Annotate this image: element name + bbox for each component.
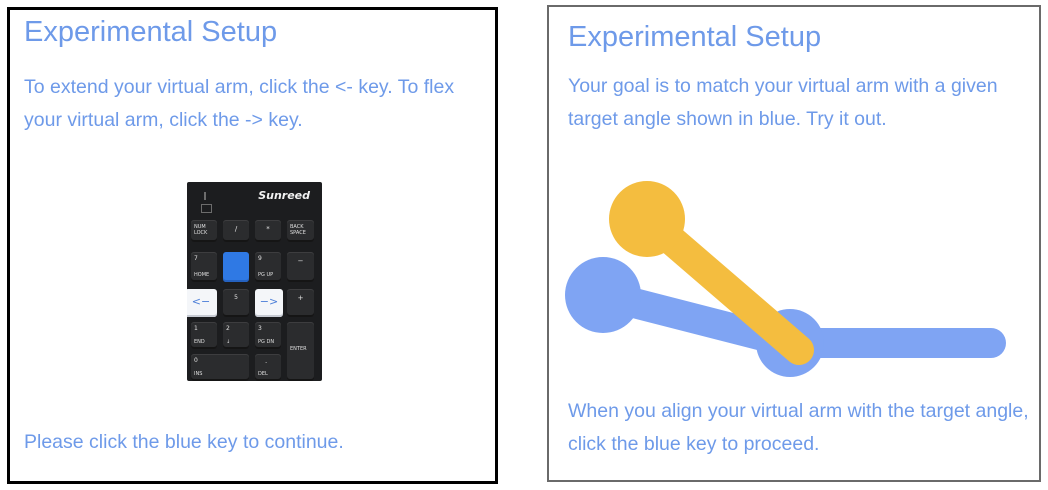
key-numlock[interactable]: NUM LOCK <box>191 220 217 242</box>
key-5[interactable]: 5 <box>223 289 249 317</box>
key-right-arrow[interactable]: −> <box>255 289 283 317</box>
key-slash[interactable]: / <box>223 220 249 242</box>
virtual-arm-joint <box>609 181 685 257</box>
led-indicator-box <box>201 204 212 213</box>
key-2[interactable]: 2 ↓ <box>223 322 249 349</box>
key-enter[interactable]: ENTER <box>287 322 314 381</box>
key-minus[interactable]: − <box>287 252 314 282</box>
led-indicator <box>204 192 206 200</box>
key-backspace[interactable]: BACK SPACE <box>287 220 314 242</box>
proceed-instruction: When you align your virtual arm with the… <box>568 400 1029 455</box>
key-multiply[interactable]: * <box>255 220 281 242</box>
continue-instruction: Please click the blue key to continue. <box>24 431 344 453</box>
instruction-text: To extend your virtual arm, click the <-… <box>24 76 455 131</box>
key-7[interactable]: 7 HOME <box>191 252 217 282</box>
keypad-image: Sunreed NUM LOCK / * BACK SPACE 7 HOME 9… <box>187 182 322 381</box>
key-1[interactable]: 1 END <box>191 322 217 349</box>
key-0[interactable]: 0 INS <box>191 354 249 381</box>
key-8-blue[interactable] <box>223 252 249 282</box>
key-dot[interactable]: . DEL <box>255 354 281 381</box>
keypad-brand: Sunreed <box>258 189 310 202</box>
key-3[interactable]: 3 PG DN <box>255 322 281 349</box>
panel-title: Experimental Setup <box>24 16 278 48</box>
key-plus[interactable]: + <box>287 289 314 317</box>
setup-panel-left: Experimental Setup To extend your virtua… <box>7 7 498 484</box>
setup-panel-right: Experimental Setup Your goal is to match… <box>547 5 1041 482</box>
target-arm-shoulder <box>565 257 641 333</box>
key-left-arrow[interactable]: <− <box>187 289 217 317</box>
key-9[interactable]: 9 PG UP <box>255 252 281 282</box>
